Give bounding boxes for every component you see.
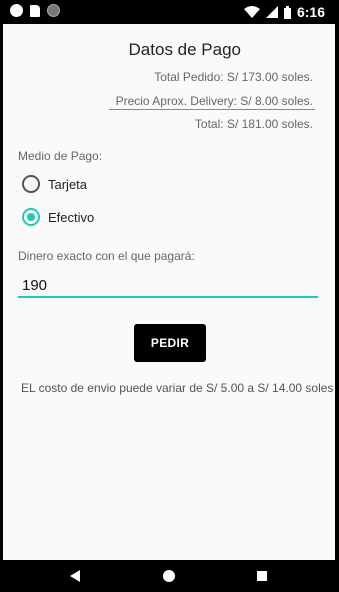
cash-amount-label: Dinero exacto con el que pagará: <box>18 249 195 263</box>
delivery-price: Precio Aprox. Delivery: S/ 8.00 soles. <box>115 94 313 108</box>
grand-total: Total: S/ 181.00 soles. <box>194 117 313 131</box>
home-icon[interactable] <box>163 570 175 582</box>
page-title: Datos de Pago <box>128 40 241 59</box>
radio-efectivo[interactable]: Efectivo <box>22 208 94 226</box>
back-icon[interactable] <box>70 570 80 582</box>
cash-amount-input[interactable] <box>18 274 318 298</box>
radio-tarjeta-label: Tarjeta <box>48 176 88 192</box>
sd-card-icon <box>30 4 40 17</box>
order-total: Total Pedido: S/ 173.00 soles. <box>154 70 313 84</box>
recent-apps-icon[interactable] <box>257 571 267 581</box>
radio-tarjeta[interactable]: Tarjeta <box>22 175 87 193</box>
shipping-note: EL costo de envio puede variar de S/ 5.0… <box>21 381 334 395</box>
sync-icon <box>47 4 60 17</box>
wifi-icon <box>243 6 260 18</box>
notification-icon <box>10 4 23 17</box>
navigation-bar <box>0 560 339 592</box>
status-bar: 6:16 <box>0 0 339 24</box>
radio-tarjeta-circle[interactable] <box>22 175 40 193</box>
divider <box>109 109 315 110</box>
pedir-button[interactable]: PEDIR <box>134 324 206 362</box>
clock: 6:16 <box>296 4 325 20</box>
battery-icon <box>283 5 291 19</box>
payment-screen: Datos de Pago Total Pedido: S/ 173.00 so… <box>3 24 335 560</box>
signal-icon <box>265 6 278 18</box>
radio-efectivo-circle[interactable] <box>22 208 40 226</box>
radio-efectivo-label: Efectivo <box>48 209 95 225</box>
payment-method-label: Medio de Pago: <box>18 149 103 163</box>
